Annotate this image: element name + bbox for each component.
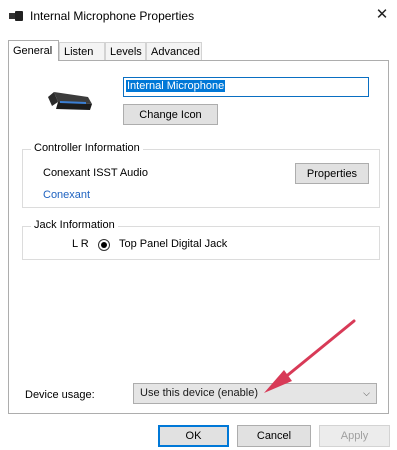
jack-information-group: Jack Information L R Top Panel Digital J…: [22, 219, 380, 260]
tab-listen[interactable]: Listen: [59, 42, 105, 60]
chevron-down-icon: ⌵: [363, 388, 370, 398]
general-tab-panel: Internal Microphone Change Icon Controll…: [8, 60, 389, 414]
ok-button[interactable]: OK: [158, 425, 229, 447]
properties-button[interactable]: Properties: [295, 163, 369, 184]
device-usage-select[interactable]: Use this device (enable) ⌵: [133, 383, 377, 404]
conexant-link[interactable]: Conexant: [43, 189, 90, 201]
title-bar: Internal Microphone Properties ✕: [0, 0, 397, 32]
jack-description: Top Panel Digital Jack: [119, 238, 228, 250]
change-icon-button[interactable]: Change Icon: [123, 104, 218, 125]
jack-radio-indicator: [98, 239, 110, 251]
device-name-field[interactable]: Internal Microphone: [123, 77, 369, 97]
microphone-device-icon: [48, 92, 92, 110]
apply-button[interactable]: Apply: [319, 425, 390, 447]
jack-channels-label: L R: [72, 238, 89, 250]
jack-information-title: Jack Information: [31, 219, 118, 231]
device-name-text: Internal Microphone: [126, 80, 226, 92]
close-button[interactable]: ✕: [367, 0, 397, 30]
window-title: Internal Microphone Properties: [30, 9, 195, 23]
speaker-icon: [9, 11, 23, 21]
device-usage-label: Device usage:: [25, 389, 95, 401]
controller-information-title: Controller Information: [31, 142, 143, 154]
cancel-button[interactable]: Cancel: [237, 425, 311, 447]
device-usage-value: Use this device (enable): [140, 387, 259, 399]
controller-name: Conexant ISST Audio: [43, 167, 148, 179]
tab-advanced[interactable]: Advanced: [146, 42, 202, 60]
tab-levels[interactable]: Levels: [105, 42, 146, 60]
controller-information-group: Controller Information Conexant ISST Aud…: [22, 142, 380, 208]
tab-general[interactable]: General: [8, 40, 59, 61]
